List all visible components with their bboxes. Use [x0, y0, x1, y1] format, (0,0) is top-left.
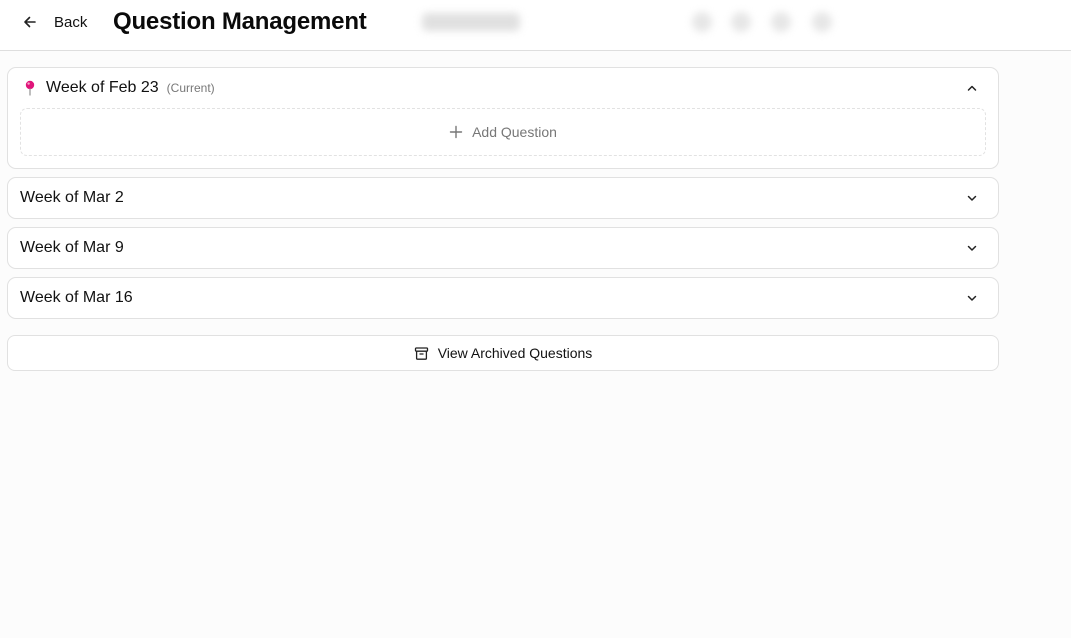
week-header-toggle[interactable]: Week of Mar 2 — [20, 178, 986, 218]
week-card: Week of Mar 16 — [7, 277, 999, 319]
week-card-current: Week of Feb 23 (Current) Add Question — [7, 67, 999, 169]
archive-box-icon — [414, 346, 428, 360]
back-button[interactable]: Back — [22, 10, 87, 34]
week-header-toggle[interactable]: Week of Mar 9 — [20, 228, 986, 268]
blurred-user-label — [422, 13, 520, 31]
chevron-up-icon[interactable] — [966, 82, 978, 94]
week-card: Week of Mar 9 — [7, 227, 999, 269]
current-week-tag: (Current) — [166, 81, 215, 95]
week-label: Week of Mar 16 — [20, 289, 133, 306]
view-archived-questions-button[interactable]: View Archived Questions — [7, 335, 999, 371]
add-question-button[interactable]: Add Question — [20, 108, 986, 156]
pushpin-icon — [24, 80, 38, 96]
week-label: Week of Feb 23 — [46, 79, 159, 96]
chevron-down-icon[interactable] — [966, 242, 978, 254]
chevron-down-icon[interactable] — [966, 192, 978, 204]
plus-icon — [449, 125, 463, 139]
view-archived-label: View Archived Questions — [437, 345, 593, 361]
week-label: Week of Mar 2 — [20, 189, 124, 206]
blurred-icon — [771, 12, 791, 32]
blurred-icon — [731, 12, 751, 32]
chevron-down-icon[interactable] — [966, 292, 978, 304]
week-header-toggle[interactable]: Week of Mar 16 — [20, 278, 986, 318]
page-title: Question Management — [113, 8, 367, 35]
week-header-toggle[interactable]: Week of Feb 23 (Current) — [20, 68, 986, 108]
blurred-icon — [812, 12, 832, 32]
blurred-icon — [692, 12, 712, 32]
week-label: Week of Mar 9 — [20, 239, 124, 256]
add-question-label: Add Question — [472, 124, 557, 140]
week-card: Week of Mar 2 — [7, 177, 999, 219]
top-bar: Back Question Management — [0, 0, 1071, 51]
arrow-left-icon — [24, 16, 36, 28]
back-label: Back — [54, 13, 88, 31]
